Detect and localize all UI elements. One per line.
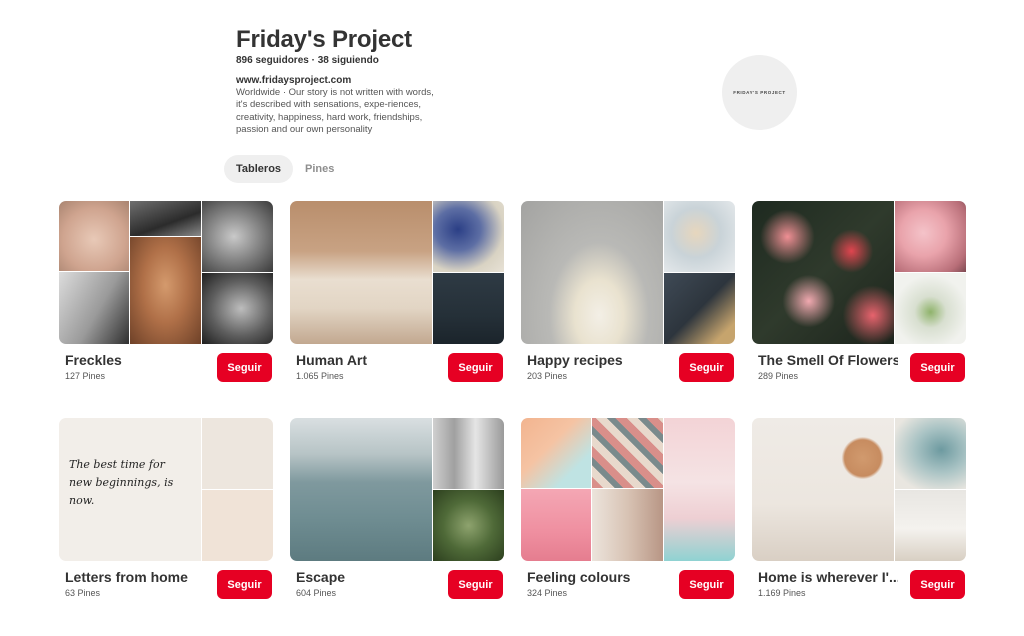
cover-image (202, 490, 273, 561)
follow-button[interactable]: Seguir (448, 570, 503, 599)
board-cover[interactable] (752, 418, 966, 561)
tab-tableros[interactable]: Tableros (224, 155, 294, 183)
board-title[interactable]: Escape (296, 569, 436, 585)
cover-image: The best time for new beginnings, is now… (59, 418, 201, 561)
cover-image (290, 418, 432, 561)
follow-button[interactable]: Seguir (910, 570, 965, 599)
board-cover[interactable] (290, 201, 504, 344)
board-cover[interactable] (521, 418, 735, 561)
board-pin-count: 203 Pines (527, 371, 568, 381)
board-pin-count: 324 Pines (527, 588, 568, 598)
cover-image (752, 201, 894, 344)
cover-image (59, 272, 129, 344)
board-card[interactable]: Human Art 1.065 Pines Seguir (290, 201, 504, 382)
profile-bio: Worldwide · Our story is not written wit… (236, 87, 434, 135)
board-title[interactable]: Letters from home (65, 569, 205, 585)
cover-image (521, 201, 663, 344)
follow-button[interactable]: Seguir (448, 353, 503, 382)
board-card[interactable]: Happy recipes 203 Pines Seguir (521, 201, 735, 382)
cover-image (664, 273, 735, 344)
board-card[interactable]: Freckles 127 Pines Seguir (59, 201, 273, 382)
cover-image (290, 201, 432, 344)
avatar[interactable]: FRIDAY'S PROJECT (722, 55, 797, 130)
cover-image (592, 489, 663, 561)
board-cover[interactable] (521, 201, 735, 344)
tab-pines[interactable]: Pines (293, 155, 346, 183)
avatar-logo-text: FRIDAY'S PROJECT (733, 90, 786, 95)
cover-image (521, 489, 591, 561)
board-title[interactable]: The Smell Of Flowers (758, 352, 898, 368)
cover-image (59, 201, 129, 271)
board-pin-count: 1.169 Pines (758, 588, 806, 598)
profile-website-link[interactable]: www.fridaysproject.com (236, 75, 676, 86)
board-title[interactable]: Feeling colours (527, 569, 667, 585)
board-title[interactable]: Happy recipes (527, 352, 667, 368)
profile-name: Friday's Project (236, 26, 412, 53)
board-card[interactable]: The best time for new beginnings, is now… (59, 418, 273, 599)
board-title[interactable]: Human Art (296, 352, 436, 368)
board-pin-count: 289 Pines (758, 371, 799, 381)
cover-image (433, 490, 504, 561)
board-pin-count: 127 Pines (65, 371, 106, 381)
board-card[interactable]: Escape 604 Pines Seguir (290, 418, 504, 599)
cover-image (895, 418, 966, 489)
board-cover[interactable] (59, 201, 273, 344)
board-card[interactable]: Feeling colours 324 Pines Seguir (521, 418, 735, 599)
board-pin-count: 63 Pines (65, 588, 101, 598)
cover-image (202, 273, 273, 344)
follow-button[interactable]: Seguir (679, 570, 734, 599)
cover-image (895, 201, 966, 272)
cover-image (202, 201, 273, 272)
board-title[interactable]: Home is wherever I'... (758, 569, 898, 585)
board-pin-count: 1.065 Pines (296, 371, 344, 381)
cover-image (895, 490, 966, 561)
follow-button[interactable]: Seguir (910, 353, 965, 382)
cover-image (130, 237, 201, 344)
cover-image (664, 418, 735, 561)
follow-button[interactable]: Seguir (217, 353, 272, 382)
board-cover[interactable] (290, 418, 504, 561)
cover-handwritten-text: The best time for new beginnings, is now… (69, 458, 174, 507)
board-cover[interactable]: The best time for new beginnings, is now… (59, 418, 273, 561)
cover-image (752, 418, 894, 561)
cover-image (433, 273, 504, 344)
cover-image (433, 201, 504, 272)
cover-image (521, 418, 591, 488)
board-card[interactable]: Home is wherever I'... 1.169 Pines Segui… (752, 418, 966, 599)
cover-image (895, 273, 966, 344)
cover-image (433, 418, 504, 489)
cover-image (664, 201, 735, 272)
profile-header: Friday's Project 896 seguidores · 38 sig… (236, 26, 676, 136)
cover-image (202, 418, 273, 489)
board-card[interactable]: The Smell Of Flowers 289 Pines Seguir (752, 201, 966, 382)
board-cover[interactable] (752, 201, 966, 344)
cover-image (592, 418, 663, 488)
profile-tabs: Tableros Pines (224, 155, 346, 183)
board-title[interactable]: Freckles (65, 352, 205, 368)
follow-button[interactable]: Seguir (217, 570, 272, 599)
profile-stats[interactable]: 896 seguidores · 38 siguiendo (236, 55, 676, 66)
follow-button[interactable]: Seguir (679, 353, 734, 382)
board-pin-count: 604 Pines (296, 588, 337, 598)
cover-image (130, 201, 201, 236)
